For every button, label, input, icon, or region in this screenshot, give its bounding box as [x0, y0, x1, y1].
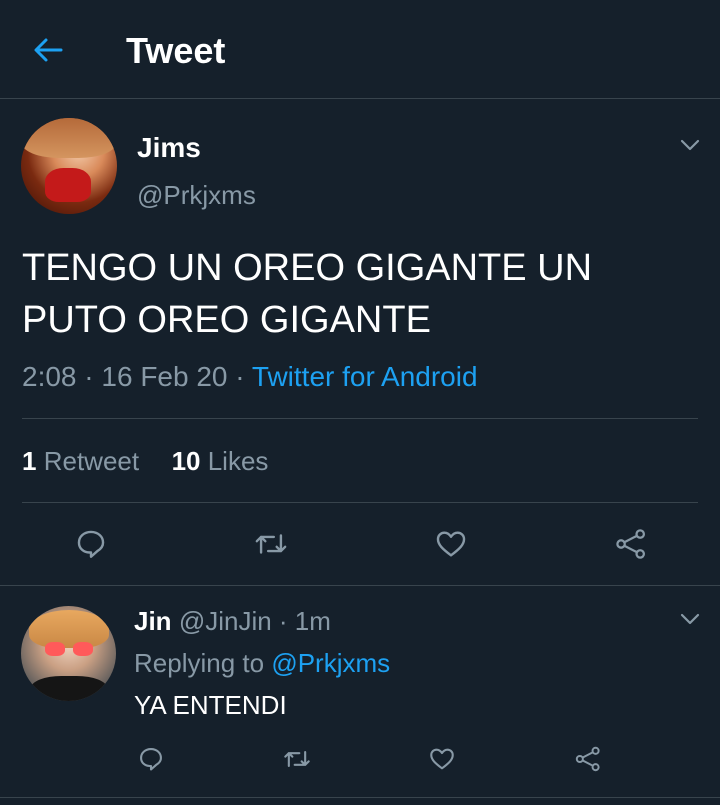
divider [22, 502, 698, 503]
retweet-button[interactable] [250, 523, 292, 565]
likes-stat[interactable]: 10 Likes [172, 446, 269, 476]
reply-header: Jin @JinJin · 1m [134, 606, 331, 637]
share-icon [616, 529, 646, 559]
author-name[interactable]: Jims [137, 132, 201, 164]
reply-author-avatar[interactable] [21, 606, 116, 701]
like-icon [430, 748, 454, 770]
like-button[interactable] [430, 523, 472, 565]
reply-icon [77, 530, 105, 558]
tweet-text: TENGO UN OREO GIGANTE UN PUTO OREO GIGAN… [22, 247, 593, 341]
reply-author-name[interactable]: Jin [134, 606, 172, 636]
likes-label: Likes [207, 446, 269, 476]
top-bar: Tweet [0, 0, 720, 99]
divider [22, 418, 698, 419]
reply-reply-button[interactable] [134, 742, 168, 776]
arrow-left-icon [34, 38, 63, 62]
reply-author-handle[interactable]: @JinJin [179, 606, 272, 636]
reply-retweet-button[interactable] [280, 742, 314, 776]
retweets-count: 1 [22, 446, 37, 476]
retweets-stat[interactable]: 1 Retweet [22, 446, 139, 476]
replying-label: Replying to [134, 648, 265, 678]
tweet-stats: 1 Retweet 10 Likes [22, 446, 268, 477]
replying-to-mention[interactable]: @Prkjxms [271, 648, 390, 678]
author-avatar[interactable] [21, 118, 117, 214]
share-button[interactable] [610, 523, 652, 565]
page-title: Tweet [126, 30, 226, 71]
meta-separator: · [227, 361, 252, 392]
divider [0, 797, 720, 798]
reply-text: YA ENTENDI [134, 690, 287, 720]
reply-button[interactable] [70, 523, 112, 565]
reply-like-button[interactable] [425, 742, 459, 776]
meta-separator: · [76, 361, 102, 392]
tweet-time: 2:08 [22, 361, 77, 392]
tweet-source-link[interactable]: Twitter for Android [252, 361, 478, 392]
chevron-down-icon[interactable] [678, 133, 702, 157]
back-button[interactable] [30, 32, 66, 68]
reply-time: 1m [294, 606, 331, 636]
like-icon [436, 531, 466, 557]
reply-icon [140, 748, 162, 771]
replying-to: Replying to @Prkjxms [134, 648, 390, 679]
meta-separator: · [271, 606, 295, 636]
retweet-icon [255, 534, 287, 554]
share-icon [575, 746, 600, 772]
reply-share-button[interactable] [571, 742, 605, 776]
chevron-down-icon[interactable] [678, 607, 702, 631]
retweets-label: Retweet [43, 446, 140, 476]
author-handle[interactable]: @Prkjxms [137, 180, 256, 211]
tweet-date: 16 Feb 20 [101, 361, 228, 392]
retweet-icon [284, 750, 310, 768]
tweet-meta: 2:08 · 16 Feb 20 · Twitter for Android [22, 361, 478, 393]
divider [0, 585, 720, 586]
likes-count: 10 [171, 446, 201, 476]
